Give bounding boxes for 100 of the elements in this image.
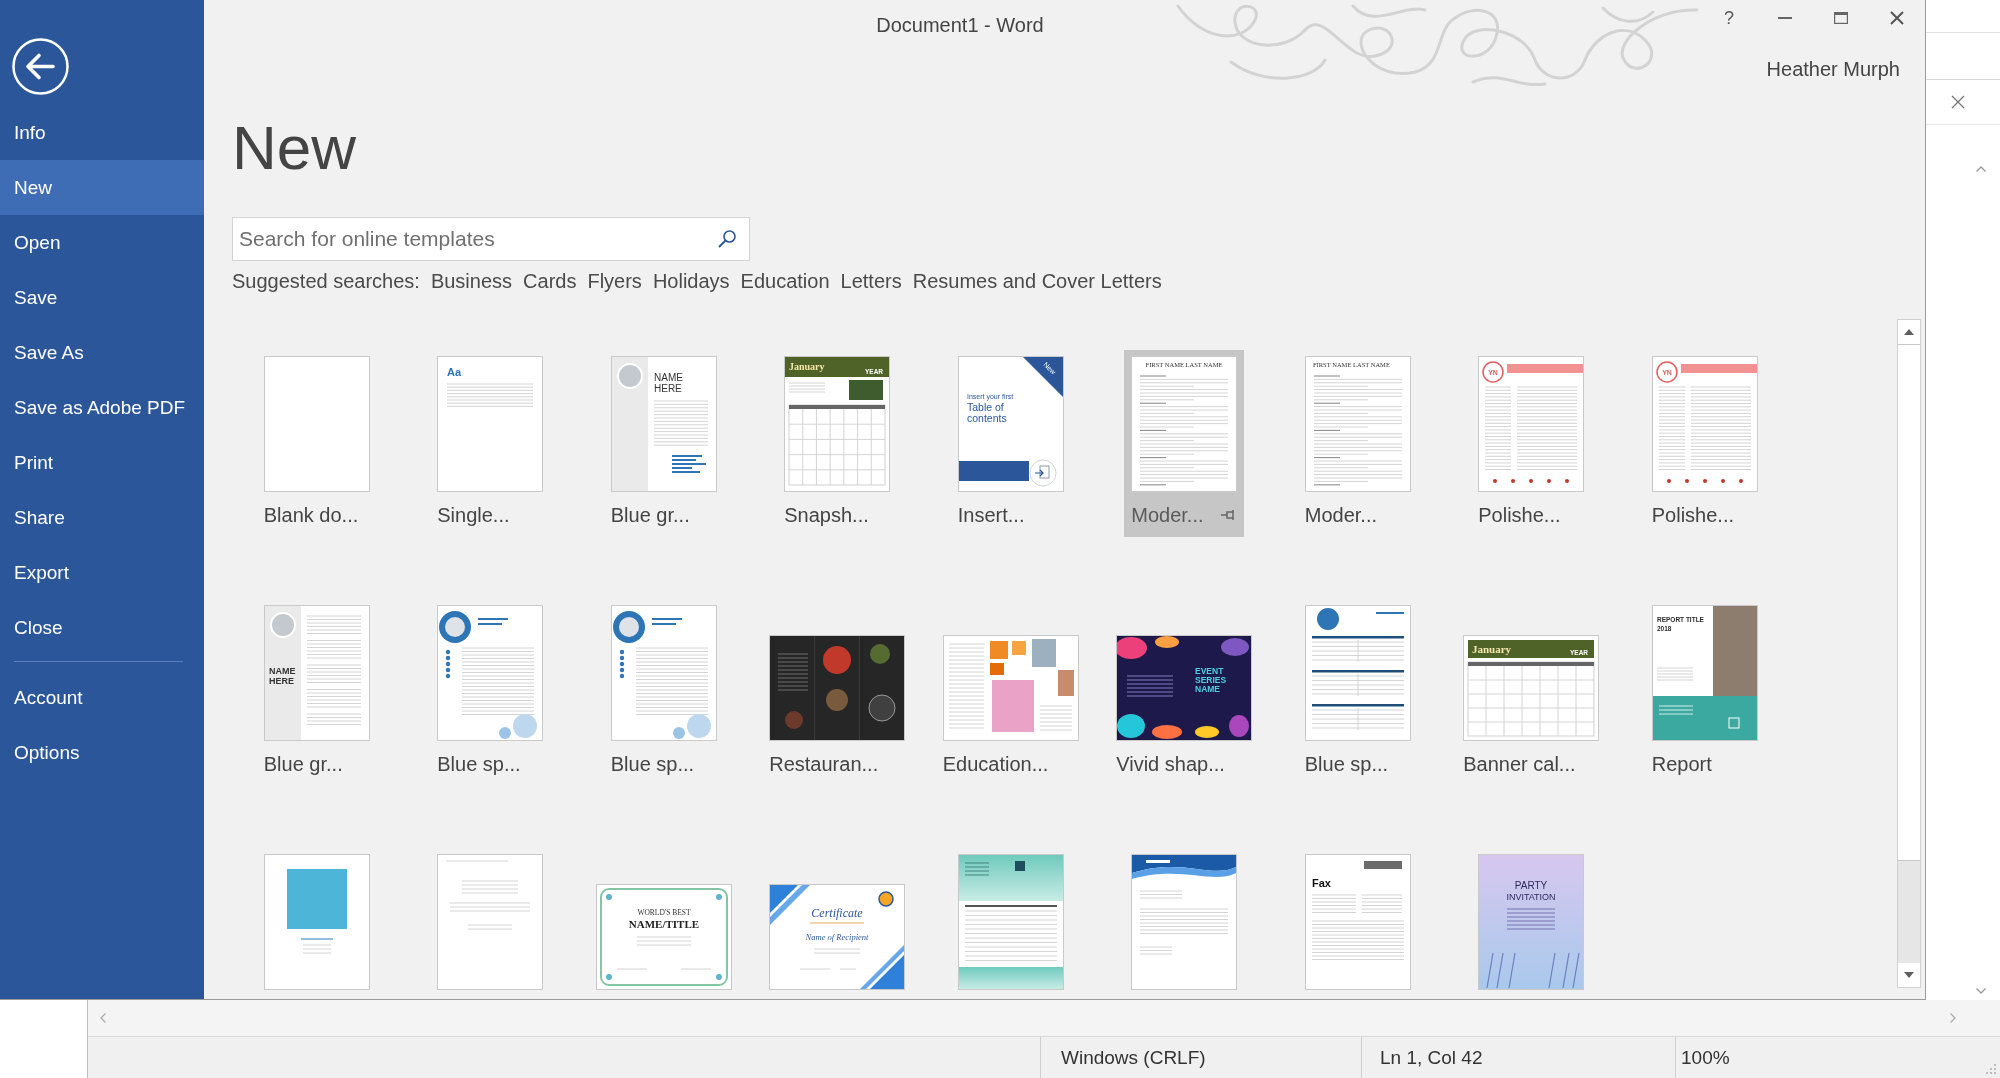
dot-icon [1511, 479, 1516, 483]
footer-band [958, 461, 1029, 481]
scrollbar-thumb[interactable] [1898, 344, 1920, 861]
help-button[interactable]: ? [1724, 8, 1734, 28]
caret-left-icon[interactable] [100, 1013, 106, 1023]
corner-stripes [770, 885, 811, 925]
template-tile[interactable]: Blue sp... [603, 599, 724, 786]
template-tile[interactable]: Blue sp... [1297, 599, 1418, 786]
sidebar-item[interactable]: Save [0, 270, 204, 325]
photo-placeholder [439, 611, 472, 643]
template-tile[interactable]: Fax [1297, 848, 1418, 999]
dot-icon [1738, 479, 1743, 483]
user-name[interactable]: Heather Murph [1766, 57, 1900, 81]
status-text: 100% [1681, 1046, 1730, 1069]
sidebar-item[interactable]: Save As [0, 325, 204, 380]
template-tile[interactable]: PARTY INVITATION [1471, 848, 1592, 999]
dot-icon [1684, 479, 1689, 483]
dot-icon [1493, 479, 1498, 483]
thumbnail-heading: HERE [268, 676, 294, 686]
thumbnail-heading: NAME [653, 372, 683, 383]
template-tile[interactable]: Blue sp... [430, 599, 551, 786]
suggested-search-link[interactable]: Cards [523, 268, 577, 294]
calendar-month: January [1472, 643, 1512, 655]
sidebar-item[interactable]: New [0, 160, 204, 215]
window-title: Document1 - Word [876, 14, 1044, 36]
template-tile[interactable]: EVENT SERIES NAME Vivid shap... [1109, 599, 1260, 786]
circle-shape [1316, 608, 1339, 630]
blob-shape [1152, 725, 1183, 739]
sidebar-item[interactable]: Open [0, 215, 204, 270]
thumbnail-heading: NAME/TITLE [628, 918, 699, 930]
dot-icon [1565, 479, 1570, 483]
horizontal-scrollbar[interactable] [88, 1000, 2000, 1036]
close-icon[interactable] [1951, 95, 1965, 109]
sidebar-item[interactable]: Info [0, 105, 204, 160]
photo-placeholder [785, 711, 804, 729]
thumbnail-heading: SERIES [1195, 675, 1227, 685]
search-icon[interactable] [718, 230, 736, 248]
maximize-icon[interactable] [1834, 12, 1848, 24]
sidebar-item[interactable]: Share [0, 490, 204, 545]
caret-down-icon[interactable] [1976, 988, 1986, 994]
sidebar-item[interactable]: Close [0, 600, 204, 655]
thumbnail-heading: PARTY [1515, 880, 1548, 891]
close-icon[interactable] [1890, 11, 1904, 25]
suggested-search-link[interactable]: Education [740, 268, 830, 294]
caret-right-icon[interactable] [1950, 1013, 1956, 1023]
thumbnail-heading: Aa [447, 366, 462, 378]
blob-shape [1195, 726, 1220, 738]
page-heading: New [232, 112, 358, 184]
caret-up-icon[interactable] [1976, 166, 1986, 172]
photo-placeholder [826, 689, 849, 711]
template-tile[interactable]: Aa Single... [430, 350, 551, 537]
sidebar-item[interactable]: Save as Adobe PDF [0, 380, 204, 435]
sidebar-item[interactable]: Options [0, 725, 204, 780]
suggested-search-link[interactable]: Resumes and Cover Letters [912, 268, 1162, 294]
photo-placeholder [868, 694, 896, 722]
thumbnail-heading: Table of [966, 401, 1004, 413]
dot-icon [1702, 479, 1707, 483]
template-tile[interactable]: NAME HERE Blue gr... [603, 350, 724, 537]
thumbnail-heading: contents [966, 412, 1007, 424]
blob-shape [1221, 638, 1250, 656]
sidebar-item[interactable]: Account [0, 670, 204, 725]
suggested-search-link[interactable]: Business [430, 268, 513, 294]
caret-up-icon[interactable] [1904, 329, 1914, 335]
square-shape [989, 641, 1008, 659]
template-tile[interactable]: NAME HERE Blue gr... [256, 599, 377, 786]
sidebar-item[interactable]: Print [0, 435, 204, 490]
flower-icon [605, 894, 612, 900]
square-icon [1014, 861, 1025, 871]
photo-placeholder [1057, 670, 1074, 696]
photo-placeholder [286, 869, 347, 929]
dot-icon [1529, 479, 1534, 483]
caret-down-icon[interactable] [1904, 972, 1914, 978]
suggested-search-link[interactable]: Flyers [587, 268, 642, 294]
square-shape [989, 663, 1004, 675]
medal-icon [878, 891, 894, 907]
blob-shape [1155, 636, 1180, 648]
thumbnail-heading: HERE [653, 383, 682, 394]
dot-icon [1720, 479, 1725, 483]
flower-icon [605, 974, 612, 980]
scrollbar-track[interactable] [1897, 319, 1921, 988]
photo-placeholder [849, 380, 884, 400]
blob-shape [1117, 714, 1146, 738]
suggested-search-link[interactable]: Holidays [652, 268, 730, 294]
thumbnail-text: Name of Recipient [805, 932, 869, 942]
template-tile[interactable]: Restauran... [762, 599, 913, 786]
thumbnail-heading: INVITATION [1506, 892, 1556, 902]
resize-grip-icon[interactable] [1986, 1064, 1996, 1074]
calendar-month: January [789, 361, 825, 372]
square-shape [1011, 641, 1026, 655]
template-tile[interactable]: Certificate Name of Recipient [762, 848, 913, 999]
corner-stripes [860, 945, 905, 989]
suggested-search-link[interactable]: Letters [840, 268, 902, 294]
template-tile[interactable]: Education... [935, 599, 1086, 786]
template-tile[interactable]: Blank do... [256, 350, 377, 537]
header-bar [1363, 861, 1402, 869]
photo-placeholder [870, 644, 891, 664]
circle-shape [823, 646, 852, 674]
search-field[interactable]: Search for online templates [232, 217, 750, 261]
flower-icon [715, 894, 722, 900]
sidebar-item[interactable]: Export [0, 545, 204, 600]
